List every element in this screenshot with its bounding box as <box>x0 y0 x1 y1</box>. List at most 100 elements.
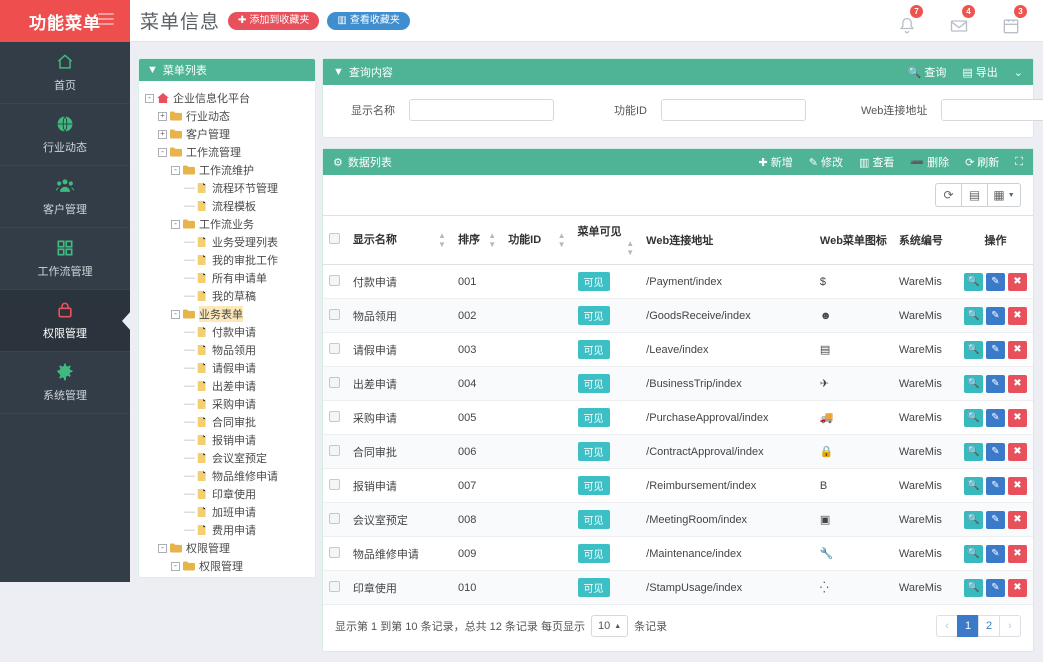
column-function-id[interactable]: 功能ID ▲ ▼ <box>502 215 572 265</box>
tree-node[interactable]: — 流程模板 <box>145 197 311 215</box>
add-to-favorites-button[interactable]: ✚ 添加到收藏夹 <box>228 11 320 30</box>
tree-toggle-icon[interactable]: - <box>158 147 167 157</box>
edit-row-button[interactable]: ✎ <box>986 374 1005 393</box>
tree-node[interactable]: — 请假申请 <box>145 359 311 377</box>
tree-node[interactable]: — 我的审批工作 <box>145 251 311 269</box>
table-refresh-button[interactable]: ⟳ <box>935 183 962 207</box>
table-row[interactable]: 付款申请 001 可见/Payment/index $ WareMis 🔍 ✎ ✖ <box>323 264 1033 299</box>
delete-row-button[interactable]: ✖ <box>1008 340 1027 359</box>
display-name-input[interactable] <box>409 99 554 121</box>
row-checkbox[interactable] <box>329 308 340 320</box>
table-row[interactable]: 合同审批 006 可见/ContractApproval/index 🔒 WareMis… <box>323 434 1033 469</box>
column-display-name[interactable]: 显示名称 ▲ ▼ <box>346 215 452 265</box>
notifications-button[interactable]: 7 <box>893 5 923 36</box>
tree-node[interactable]: — 物品领用 <box>145 341 311 359</box>
delete-row-button[interactable]: ✖ <box>1008 510 1027 529</box>
view-row-button[interactable]: 🔍 <box>964 272 983 291</box>
column-select-all[interactable] <box>323 215 347 265</box>
sidebar-item-home[interactable]: 首页 <box>0 42 130 104</box>
calendar-button[interactable]: 3 <box>997 5 1027 36</box>
table-row[interactable]: 报销申请 007 可见/Reimbursement/index B WareMis 🔍 ✎ ✖ <box>323 468 1033 503</box>
view-row-button[interactable]: 🔍 <box>964 340 983 359</box>
tree-node[interactable]: + 客户管理 <box>145 125 311 143</box>
delete-row-button[interactable]: ✖ <box>1008 544 1027 563</box>
table-columns-button[interactable]: ▦ ▼ <box>987 183 1021 207</box>
web-url-input[interactable] <box>941 99 1043 121</box>
tree-node[interactable]: - 工作流维护 <box>145 161 311 179</box>
tree-node[interactable]: — 我的草稿 <box>145 287 311 305</box>
collapse-panel-button[interactable]: ⌄ <box>1014 66 1023 79</box>
view-row-button[interactable]: 🔍 <box>964 374 983 393</box>
row-select-cell[interactable] <box>323 264 347 299</box>
row-select-cell[interactable] <box>323 434 347 469</box>
refresh-button[interactable]: ⟳ 刷新 <box>965 154 999 170</box>
tree-toggle-icon[interactable]: - <box>171 219 180 229</box>
view-row-button[interactable]: 🔍 <box>964 544 983 563</box>
next-page-button[interactable]: › <box>999 615 1021 637</box>
column-order[interactable]: 排序 ▲ ▼ <box>451 215 503 265</box>
row-select-cell[interactable] <box>323 468 347 503</box>
edit-row-button[interactable]: ✎ <box>986 408 1005 427</box>
tree-node[interactable]: - 业务表单 <box>145 305 311 323</box>
row-checkbox[interactable] <box>329 512 340 524</box>
sidebar-item-industry[interactable]: 行业动态 <box>0 104 130 166</box>
tree-node[interactable]: —用户管理 <box>145 575 311 577</box>
table-row[interactable]: 印章使用 010 可见/StampUsage/index ⁛ WareMis 🔍 ✎ ✖ <box>323 570 1033 605</box>
delete-row-button[interactable]: ✖ <box>1008 306 1027 325</box>
row-select-cell[interactable] <box>323 332 347 367</box>
tree-node[interactable]: - 工作流业务 <box>145 215 311 233</box>
tree-node[interactable]: - 工作流管理 <box>145 143 311 161</box>
tree-toggle-icon[interactable]: - <box>158 543 167 553</box>
table-row[interactable]: 请假申请 003 可见/Leave/index ▤ WareMis 🔍 ✎ ✖ <box>323 332 1033 367</box>
edit-row-button[interactable]: ✎ <box>986 544 1005 563</box>
tree-toggle-icon[interactable]: - <box>171 561 180 571</box>
row-checkbox[interactable] <box>329 342 340 354</box>
edit-button[interactable]: ✎ 修改 <box>809 154 843 170</box>
table-row[interactable]: 采购申请 005 可见/PurchaseApproval/index 🚚 WareMis… <box>323 400 1033 435</box>
tree-node[interactable]: — 付款申请 <box>145 323 311 341</box>
view-favorites-button[interactable]: ▥ 查看收藏夹 <box>327 11 410 30</box>
function-id-input[interactable] <box>661 99 806 121</box>
view-row-button[interactable]: 🔍 <box>964 578 983 597</box>
view-button[interactable]: ▥ 查看 <box>859 154 894 170</box>
tree-node[interactable]: — 会议室预定 <box>145 449 311 467</box>
add-button[interactable]: ✚ 新增 <box>759 154 793 170</box>
tree-toggle-icon[interactable]: + <box>158 129 167 139</box>
search-button[interactable]: 🔍 查询 <box>908 64 947 80</box>
table-row[interactable]: 会议室预定 008 可见/MeetingRoom/index ▣ WareMis 🔍 ✎ ✖ <box>323 502 1033 537</box>
edit-row-button[interactable]: ✎ <box>986 272 1005 291</box>
tree-node[interactable]: - 权限管理 <box>145 557 311 575</box>
tree-node[interactable]: — 印章使用 <box>145 485 311 503</box>
row-select-cell[interactable] <box>323 570 347 605</box>
tree-node[interactable]: + 行业动态 <box>145 107 311 125</box>
tree-node[interactable]: — 物品维修申请 <box>145 467 311 485</box>
export-button[interactable]: ▤ 导出 <box>962 64 997 80</box>
select-all-checkbox[interactable] <box>329 233 340 244</box>
page-button-1[interactable]: 1 <box>957 615 979 637</box>
tree-node[interactable]: — 业务受理列表 <box>145 233 311 251</box>
tree-node[interactable]: — 加班申请 <box>145 503 311 521</box>
messages-button[interactable]: 4 <box>945 5 975 36</box>
row-checkbox[interactable] <box>329 274 340 286</box>
row-select-cell[interactable] <box>323 536 347 571</box>
delete-row-button[interactable]: ✖ <box>1008 476 1027 495</box>
delete-row-button[interactable]: ✖ <box>1008 272 1027 291</box>
row-checkbox[interactable] <box>329 546 340 558</box>
tree-node[interactable]: - 权限管理 <box>145 539 311 557</box>
sidebar-item-customers[interactable]: 客户管理 <box>0 166 130 228</box>
view-row-button[interactable]: 🔍 <box>964 442 983 461</box>
view-row-button[interactable]: 🔍 <box>964 510 983 529</box>
tree-toggle-icon[interactable]: - <box>145 93 154 103</box>
edit-row-button[interactable]: ✎ <box>986 476 1005 495</box>
tree-toggle-icon[interactable]: - <box>171 309 180 319</box>
menu-tree-body[interactable]: - 企业信息化平台 + 行业动态 + 客户管理 - 工作流管理 - 工作流维护 — 流程环节管理 — 流程… <box>139 81 315 577</box>
sidebar-item-system[interactable]: 系统管理 <box>0 352 130 414</box>
tree-node[interactable]: — 合同审批 <box>145 413 311 431</box>
tree-node[interactable]: — 报销申请 <box>145 431 311 449</box>
delete-row-button[interactable]: ✖ <box>1008 442 1027 461</box>
row-checkbox[interactable] <box>329 376 340 388</box>
row-select-cell[interactable] <box>323 366 347 401</box>
table-toggle-view-button[interactable]: ▤ <box>961 183 988 207</box>
table-row[interactable]: 物品维修申请 009 可见/Maintenance/index 🔧 WareMis 🔍 ✎ ✖ <box>323 536 1033 571</box>
delete-row-button[interactable]: ✖ <box>1008 408 1027 427</box>
